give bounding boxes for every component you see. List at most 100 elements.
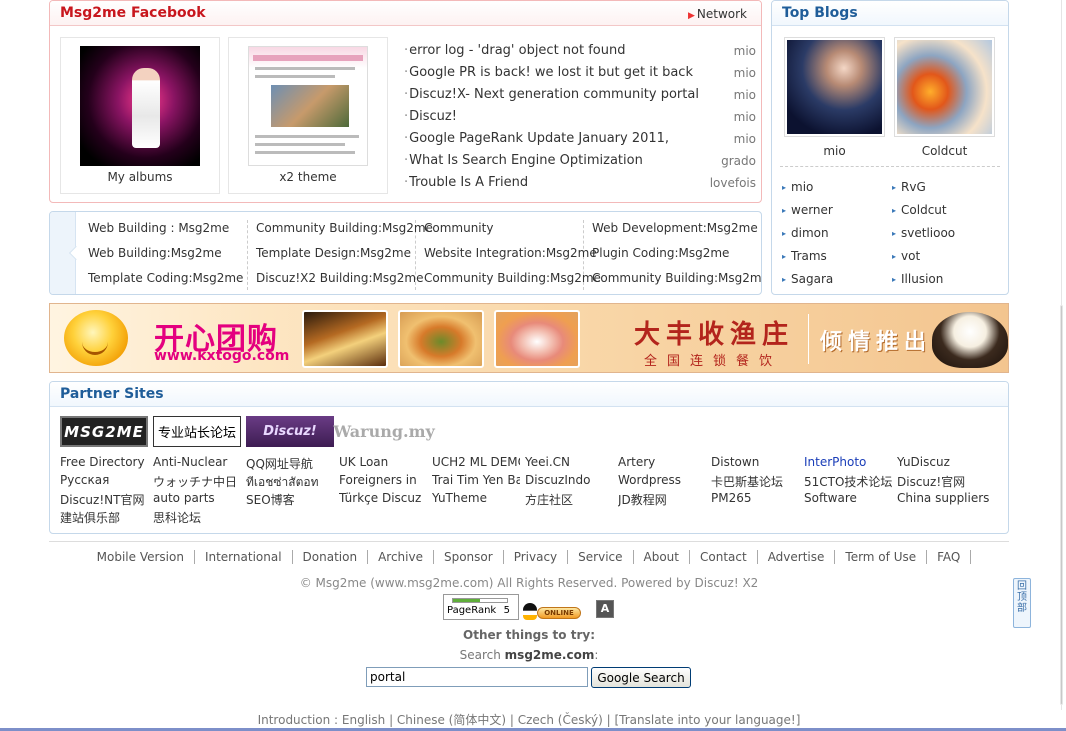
post-author[interactable]: grado (721, 150, 756, 172)
partner-link[interactable]: 卡巴斯基论坛 (711, 473, 799, 490)
partner-link[interactable]: JD教程网 (618, 491, 706, 508)
footer-link-advertise[interactable]: Advertise (758, 550, 836, 564)
partner-link[interactable]: Artery (618, 455, 706, 469)
partner-link[interactable]: Yeei.CN (525, 455, 613, 469)
blogger-link[interactable]: Trams (782, 249, 827, 263)
facebook-title[interactable]: Msg2me Facebook (60, 5, 206, 21)
partner-link[interactable]: DiscuzIndo (525, 473, 613, 487)
featured-blogger-name[interactable]: mio (784, 144, 885, 158)
partner-link[interactable]: QQ网址导航 (246, 455, 334, 472)
advertisement-banner[interactable]: 开心团购 www.kxtogo.com 大丰收渔庄 全国连锁餐饮 倾情推出 (49, 303, 1009, 373)
search-input[interactable] (366, 667, 588, 687)
qq-online-badge[interactable]: ONLINE (523, 603, 583, 620)
scrollbar-thumb[interactable] (1060, 305, 1063, 705)
blogger-avatar[interactable] (784, 37, 885, 137)
post-author[interactable]: mio (734, 62, 756, 84)
post-link[interactable]: Discuz! (404, 106, 457, 128)
post-link[interactable]: Discuz!X- Next generation community port… (404, 84, 699, 106)
partner-link[interactable]: 51CTO技术论坛 (804, 473, 892, 490)
post-author[interactable]: mio (734, 106, 756, 128)
blogger-link[interactable]: Coldcut (892, 203, 947, 217)
pagerank-badge[interactable]: PageRank 5 (443, 594, 519, 620)
tag-link[interactable]: Community Building:Msg2me (256, 221, 433, 235)
tag-link[interactable]: Community (424, 221, 493, 235)
partner-link[interactable]: auto parts (153, 491, 241, 505)
tag-link[interactable]: Web Building : Msg2me (88, 221, 229, 235)
tag-link[interactable]: Web Building:Msg2me (88, 246, 222, 260)
font-a-icon[interactable]: A (596, 600, 614, 618)
vertical-scrollbar[interactable] (1058, 0, 1066, 731)
partner-link[interactable]: Trai Tim Yen Bai (432, 473, 520, 487)
partner-link[interactable]: InterPhoto (804, 455, 892, 469)
blogger-link[interactable]: dimon (782, 226, 829, 240)
blogger-link[interactable]: Sagara (782, 272, 833, 286)
partner-logo[interactable]: Discuz! (246, 416, 334, 447)
post-link[interactable]: What Is Search Engine Optimization (404, 150, 643, 172)
tag-link[interactable]: Community Building:Msg2me (592, 271, 761, 285)
tag-link[interactable]: Plugin Coding:Msg2me (592, 246, 729, 260)
footer-link-privacy[interactable]: Privacy (504, 550, 569, 564)
partner-link[interactable]: YuDiscuz (897, 455, 997, 469)
theme-image[interactable] (248, 46, 368, 166)
blogger-link[interactable]: RvG (892, 180, 926, 194)
blogger-link[interactable]: vot (892, 249, 920, 263)
albums-thumb[interactable]: My albums (60, 37, 220, 194)
partner-link[interactable]: 建站俱乐部 (60, 509, 148, 526)
footer-link-service[interactable]: Service (568, 550, 634, 564)
tag-link[interactable]: Template Coding:Msg2me (88, 271, 243, 285)
post-author[interactable]: mio (734, 40, 756, 62)
tag-link[interactable]: Template Design:Msg2me (256, 246, 411, 260)
featured-blogger-name[interactable]: Coldcut (894, 144, 995, 158)
partner-link[interactable]: ทีเอชซ่าสัตอท (246, 473, 334, 492)
tag-link[interactable]: Discuz!X2 Building:Msg2me (256, 271, 423, 285)
blogger-avatar[interactable] (894, 37, 995, 137)
albums-caption[interactable]: My albums (61, 170, 219, 184)
partner-link[interactable]: Distown (711, 455, 799, 469)
partner-link[interactable]: UK Loan (339, 455, 427, 469)
partner-link[interactable]: SEO博客 (246, 491, 334, 508)
back-to-top-button[interactable]: 回顶部 (1013, 578, 1031, 628)
partner-link[interactable]: UCH2 ML DEMO (432, 455, 520, 469)
tag-link[interactable]: Website Integration:Msg2me (424, 246, 597, 260)
partner-link[interactable]: Anti-Nuclear (153, 455, 241, 469)
language-links[interactable]: Introduction : English | Chinese (简体中文) … (49, 711, 1009, 728)
partner-link[interactable]: Русская (60, 473, 148, 487)
post-link[interactable]: Trouble Is A Friend (404, 172, 528, 194)
partner-link[interactable]: ウォッチナ中日 (153, 473, 241, 490)
partner-logo[interactable]: 专业站长论坛 (153, 416, 241, 447)
post-author[interactable]: mio (734, 128, 756, 150)
partner-logo[interactable]: MSG2ME (60, 416, 148, 447)
footer-link-sponsor[interactable]: Sponsor (434, 550, 504, 564)
partner-link[interactable]: 思科论坛 (153, 509, 241, 526)
partner-link[interactable]: Free Directory (60, 455, 148, 469)
google-search-button[interactable]: Google Search (591, 667, 691, 688)
partner-link[interactable]: Software (804, 491, 892, 505)
post-link[interactable]: error log - 'drag' object not found (404, 40, 625, 62)
partner-link[interactable]: Türkçe Discuz (339, 491, 427, 505)
footer-link-mobile[interactable]: Mobile Version (87, 550, 195, 564)
partner-link[interactable]: 方庄社区 (525, 491, 613, 508)
footer-link-terms[interactable]: Term of Use (835, 550, 928, 564)
theme-thumb[interactable]: x2 theme (228, 37, 388, 194)
footer-link-archive[interactable]: Archive (368, 550, 434, 564)
blogger-link[interactable]: svetliooo (892, 226, 955, 240)
partner-link[interactable]: Wordpress (618, 473, 706, 487)
partner-link[interactable]: Discuz!官网 (897, 473, 997, 490)
post-author[interactable]: mio (734, 84, 756, 106)
blogger-link[interactable]: Illusion (892, 272, 943, 286)
footer-link-faq[interactable]: FAQ (927, 550, 972, 564)
footer-link-donation[interactable]: Donation (293, 550, 369, 564)
partner-link[interactable]: Foreigners in (339, 473, 427, 487)
tag-link[interactable]: Web Development:Msg2me (592, 221, 758, 235)
partner-link[interactable]: China suppliers (897, 491, 997, 505)
partner-logo[interactable]: Warung.my (333, 416, 435, 447)
footer-link-international[interactable]: International (195, 550, 293, 564)
post-link[interactable]: Google PageRank Update January 2011, (404, 128, 669, 150)
partner-link[interactable]: PM265 (711, 491, 799, 505)
albums-image[interactable] (80, 46, 200, 166)
theme-caption[interactable]: x2 theme (229, 170, 387, 184)
footer-link-about[interactable]: About (634, 550, 690, 564)
tag-link[interactable]: Community Building:Msg2me (424, 271, 601, 285)
partner-link[interactable]: Discuz!NT官网 (60, 491, 148, 508)
post-author[interactable]: lovefois (710, 172, 756, 194)
